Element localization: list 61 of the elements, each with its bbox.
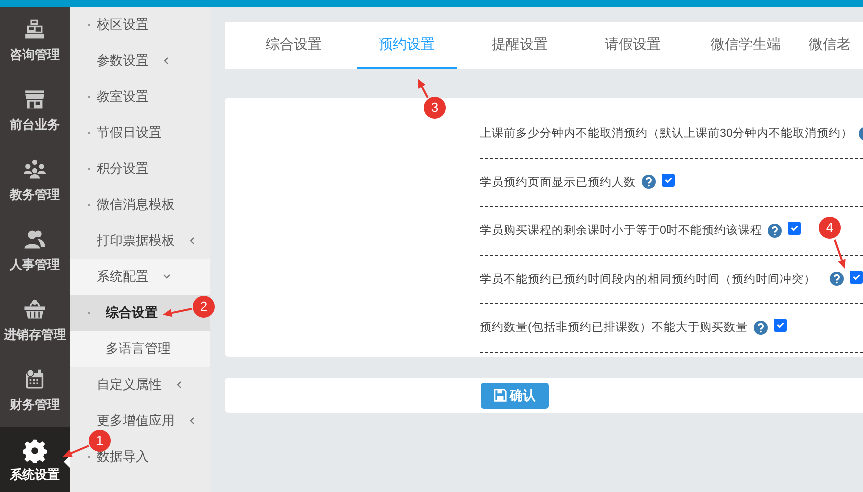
checkbox[interactable] (662, 174, 675, 187)
tab[interactable]: 提醒设置 (470, 22, 570, 69)
help-icon[interactable] (768, 224, 782, 238)
main-nav-item[interactable]: 教务管理 (0, 147, 70, 217)
sub-nav-group-label: 打印票据模板 (97, 232, 175, 250)
sub-nav-group-label: 参数设置 (97, 52, 149, 70)
main-nav-label: 教务管理 (10, 187, 60, 204)
sub-nav-item[interactable]: 多语言管理 (70, 331, 210, 367)
setting-label: 学员不能预约已预约时间段内的相同预约时间（预约时间冲突） (480, 272, 816, 288)
main-nav-item[interactable]: 人事管理 (0, 217, 70, 287)
setting-label: 预约数量(包括非预约已排课数）不能大于购买数量 (480, 320, 748, 336)
help-icon[interactable] (642, 175, 656, 190)
sub-nav-group[interactable]: 系统配置 (70, 259, 210, 295)
tab[interactable]: 综合设置 (244, 22, 344, 69)
help-icon[interactable] (830, 272, 844, 286)
sub-nav-item[interactable]: 校区设置 (97, 15, 149, 35)
sub-nav-group-label: 系统配置 (97, 268, 149, 286)
sub-nav-group[interactable]: 自定义属性 (70, 367, 210, 403)
sub-nav-item-label: 综合设置 (106, 304, 158, 322)
sub-nav-item[interactable]: 积分设置 (97, 159, 149, 179)
chevron-icon (189, 417, 197, 425)
main-nav-item[interactable]: 财务管理 (0, 357, 70, 427)
sub-nav-item[interactable]: 节假日设置 (97, 123, 162, 143)
sub-nav-item[interactable]: 教室设置 (97, 87, 149, 107)
main-nav-item[interactable]: 系统设置 (0, 427, 70, 492)
sub-nav-item-label: 多语言管理 (106, 340, 171, 358)
main-nav-label: 前台业务 (10, 117, 60, 134)
tab[interactable]: 微信老 (809, 22, 851, 69)
callout-arrow (63, 445, 90, 458)
sub-nav-group[interactable]: 打印票据模板 (70, 223, 210, 259)
callout-arrow (834, 240, 846, 269)
callout-arrow (163, 308, 192, 318)
main-nav-item[interactable]: 前台业务 (0, 77, 70, 147)
main-nav-label: 人事管理 (10, 257, 60, 274)
checkbox[interactable] (788, 222, 802, 236)
sub-nav-group-label: 更多增值应用 (97, 412, 175, 430)
setting-label: 上课前多少分钟内不能取消预约（默认上课前30分钟内不能取消预约） (480, 126, 853, 142)
tab[interactable]: 请假设置 (583, 22, 683, 69)
sub-nav-group-label: 自定义属性 (97, 376, 162, 394)
chevron-icon (176, 381, 184, 389)
setting-label: 学员购买课程的剩余课时小于等于0时不能预约该课程 (480, 223, 762, 240)
main-nav-label: 进销存管理 (4, 327, 66, 344)
chevron-icon (163, 273, 171, 281)
main-nav-label: 咨询管理 (10, 47, 60, 64)
help-icon[interactable] (754, 320, 768, 335)
checkbox[interactable] (774, 319, 787, 332)
settings-icon (21, 439, 49, 464)
main-nav-label: 系统设置 (10, 467, 60, 484)
sub-nav-group[interactable]: 参数设置 (70, 43, 210, 79)
checkbox[interactable] (850, 270, 863, 284)
chevron-icon (189, 237, 197, 245)
main-nav-item[interactable]: 进销存管理 (0, 287, 70, 357)
main-nav-label: 财务管理 (10, 397, 60, 414)
tab[interactable]: 微信学生端 (696, 22, 796, 69)
save-icon (494, 389, 507, 402)
main-nav-item[interactable]: 咨询管理 (0, 7, 70, 77)
setting-label: 学员预约页面显示已预约人数 (480, 174, 636, 191)
sub-nav-item[interactable]: 微信消息模板 (97, 195, 175, 215)
confirm-button[interactable]: 确认 (481, 382, 549, 408)
callout-arrow (418, 79, 429, 98)
chevron-icon (163, 57, 171, 65)
